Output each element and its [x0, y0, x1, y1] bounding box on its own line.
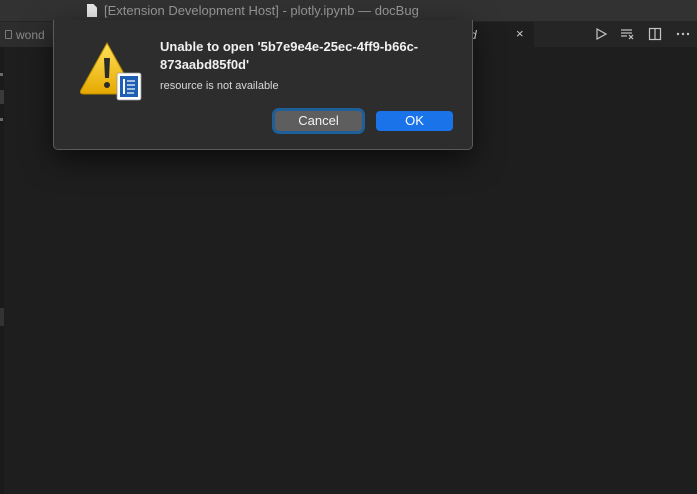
- close-icon[interactable]: ×: [516, 26, 524, 41]
- tab-notebook[interactable]: wond: [0, 22, 60, 47]
- window-titlebar: [Extension Development Host] - plotly.ip…: [0, 0, 697, 22]
- error-dialog: Unable to open '5b7e9e4e-25ec-4ff9-b66c-…: [53, 20, 473, 150]
- document-icon: [87, 4, 97, 17]
- window-title: [Extension Development Host] - plotly.ip…: [104, 3, 419, 18]
- gutter-marker: [0, 308, 4, 326]
- tab-notebook-label: wond: [16, 28, 45, 42]
- cancel-button[interactable]: Cancel: [275, 111, 362, 131]
- run-icon[interactable]: [594, 27, 608, 41]
- editor-gutter: [0, 47, 4, 494]
- warning-icon: [79, 40, 143, 102]
- gutter-marker: [0, 90, 4, 104]
- clear-all-icon[interactable]: [620, 27, 634, 41]
- dialog-title: Unable to open '5b7e9e4e-25ec-4ff9-b66c-…: [160, 39, 419, 72]
- more-actions-icon[interactable]: [676, 27, 690, 41]
- dialog-message: resource is not available: [160, 80, 279, 92]
- ok-button[interactable]: OK: [376, 111, 453, 131]
- file-icon: [5, 30, 12, 39]
- gutter-marker: [0, 73, 3, 76]
- split-editor-icon[interactable]: [648, 27, 662, 41]
- gutter-marker: [0, 118, 3, 121]
